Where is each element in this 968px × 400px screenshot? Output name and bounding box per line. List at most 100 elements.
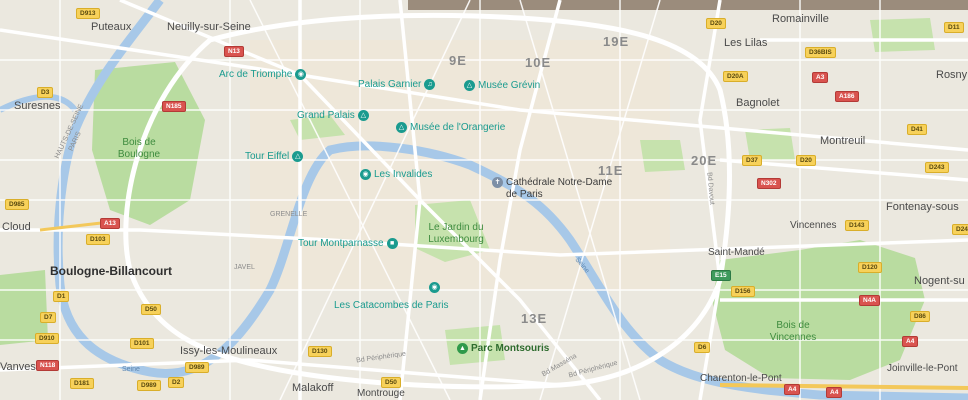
city-malakoff: Malakoff (292, 382, 334, 394)
road-shield-d20b: D20 (796, 155, 816, 167)
poi-palais-garnier[interactable]: Palais Garnier ♫ (358, 78, 436, 90)
road-shield-d989b: D989 (137, 380, 161, 392)
church-icon: ✝ (492, 177, 503, 188)
poi-grand-palais[interactable]: Grand Palais △ (297, 110, 369, 121)
poi-invalides-label: Les Invalides (374, 168, 433, 180)
road-shield-d103: D103 (86, 234, 110, 246)
city-puteaux: Puteaux (91, 21, 132, 33)
museum-icon: △ (396, 122, 407, 133)
city-vincennes: Vincennes (790, 220, 837, 231)
road-shield-d181: D181 (70, 378, 94, 390)
city-joinville: Joinville-le-Pont (887, 363, 958, 374)
camera-icon: ◉ (360, 169, 371, 180)
road-shield-a186: A186 (835, 91, 859, 103)
poi-musee-grevin[interactable]: △ Musée Grévin (464, 80, 540, 91)
poi-tour-montparnasse[interactable]: Tour Montparnasse ■ (298, 238, 398, 249)
road-shield-d41: D41 (907, 124, 927, 136)
road-shield-n118: N118 (36, 360, 60, 372)
poi-notre-dame[interactable]: ✝ Cathédrale Notre-Dame de Paris (492, 177, 616, 200)
poi-parc-montsouris[interactable]: ▲ Parc Montsouris (457, 343, 549, 354)
road-shield-d156: D156 (731, 286, 755, 298)
road-shield-n13: N13 (224, 46, 244, 58)
road-shield-d50b: D50 (381, 377, 401, 389)
road-shield-d20: D20 (706, 18, 726, 30)
theater-icon: ♫ (424, 79, 436, 90)
road-shield-n302: N302 (757, 178, 781, 190)
road-shield-d86: D86 (910, 311, 930, 323)
road-shield-d6: D6 (694, 342, 711, 354)
road-shield-d910: D910 (35, 333, 59, 345)
road-shield-a3: A3 (812, 72, 829, 84)
city-suresnes: Suresnes (14, 100, 61, 112)
road-shield-d11: D11 (944, 22, 964, 34)
road-shield-d989a: D989 (185, 362, 209, 374)
city-cloud: Cloud (2, 221, 31, 233)
park-label-boulogne: Bois de Boulogne (117, 137, 161, 160)
road-shield-n4a: N4A (859, 295, 881, 307)
road-shield-a4b: A4 (784, 384, 801, 396)
poi-tour-eiffel[interactable]: Tour Eiffel △ (245, 150, 304, 162)
poi-notre-dame-label: Cathédrale Notre-Dame de Paris (506, 177, 613, 200)
road-shield-d36bis: D36BIS (805, 47, 836, 59)
arr-19: 19E (603, 34, 630, 49)
city-nogent: Nogent-su (914, 275, 965, 287)
poi-jardin-luxembourg[interactable]: Le Jardin du Luxembourg (425, 222, 487, 245)
poi-grand-palais-label: Grand Palais (297, 109, 355, 121)
city-charenton: Charenton-le-Pont (700, 373, 782, 384)
road-shield-d1: D1 (53, 291, 70, 303)
arr-10: 10E (525, 55, 552, 70)
poi-arc-de-triomphe[interactable]: Arc de Triomphe ◉ (219, 68, 307, 80)
poi-catacombes-pin[interactable]: ◉ (429, 282, 440, 293)
arr-11: 11E (598, 163, 624, 178)
road-shield-d243: D243 (925, 162, 949, 174)
arr-9: 9E (449, 53, 467, 68)
tree-icon: ▲ (457, 343, 468, 354)
tower-icon: △ (292, 151, 304, 162)
poi-catacombes-label[interactable]: Les Catacombes de Paris (334, 301, 449, 311)
road-shield-d130: D130 (308, 346, 332, 358)
arr-13: 13E (521, 311, 548, 326)
poi-montparnasse-label: Tour Montparnasse (298, 237, 384, 249)
city-bagnolet: Bagnolet (736, 97, 780, 109)
district-javel: JAVEL (234, 264, 255, 271)
city-vanves: Vanves (0, 361, 36, 373)
museum-icon: △ (464, 80, 475, 91)
poi-musee-orangerie[interactable]: △ Musée de l'Orangerie (396, 122, 505, 133)
building-icon: ■ (386, 238, 398, 249)
poi-eiffel-label: Tour Eiffel (245, 150, 290, 162)
city-rosny: Rosny (936, 69, 968, 81)
road-shield-d3: D3 (37, 87, 54, 99)
road-shield-d7: D7 (40, 312, 57, 324)
poi-grevin-label: Musée Grévin (478, 79, 541, 91)
road-shield-d985: D985 (5, 199, 29, 211)
park-label-vincennes: Bois de Vincennes (769, 320, 817, 343)
city-issy: Issy-les-Moulineaux (180, 345, 278, 357)
road-shield-d2: D2 (168, 377, 185, 389)
road-shield-d101: D101 (130, 338, 154, 350)
road-shield-a4c: A4 (826, 387, 843, 399)
road-shield-d913: D913 (76, 8, 100, 20)
poi-garnier-label: Palais Garnier (358, 78, 422, 90)
city-montreuil: Montreuil (820, 135, 866, 147)
road-shield-a13: A13 (100, 218, 120, 230)
road-shield-d50a: D50 (141, 304, 161, 316)
camera-icon: ◉ (429, 282, 440, 293)
poi-montsouris-label: Parc Montsouris (471, 342, 550, 354)
city-montrouge: Montrouge (357, 388, 405, 399)
road-shield-e15: E15 (711, 270, 731, 282)
river-label-seine-1: Seine (122, 366, 140, 373)
road-shield-n185: N185 (162, 101, 186, 113)
poi-les-invalides[interactable]: ◉ Les Invalides (360, 169, 432, 180)
poi-orangerie-label: Musée de l'Orangerie (410, 121, 506, 133)
museum-icon: △ (357, 110, 369, 121)
camera-icon: ◉ (295, 69, 307, 80)
map-canvas[interactable]: Puteaux Neuilly-sur-Seine Suresnes Cloud… (0, 0, 968, 400)
city-romainville: Romainville (772, 13, 829, 25)
road-shield-a4a: A4 (902, 336, 919, 348)
city-fontenay: Fontenay-sous (886, 201, 959, 213)
poi-arc-label: Arc de Triomphe (219, 68, 293, 80)
city-saint-mande: Saint-Mandé (708, 247, 765, 258)
road-shield-d37: D37 (742, 155, 762, 167)
road-shield-d20a: D20A (723, 71, 748, 83)
photo-strip (408, 0, 968, 10)
